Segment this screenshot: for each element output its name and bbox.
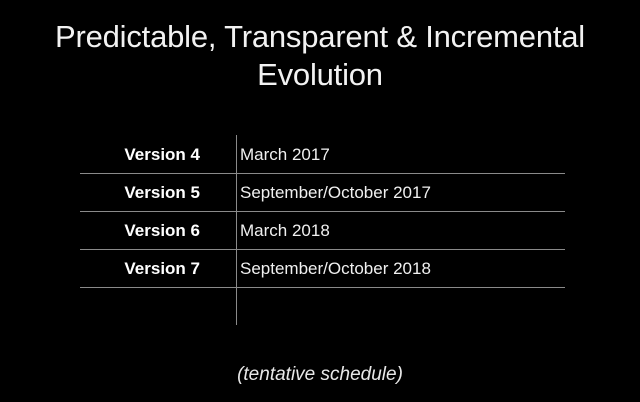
release-date: March 2017 — [240, 145, 330, 164]
release-date: September/October 2017 — [240, 183, 431, 202]
version-label: Version 6 — [124, 221, 200, 240]
slide-title-line-1: Predictable, Transparent & Incremental — [54, 19, 585, 54]
tentative-note: (tentative schedule) — [237, 364, 403, 385]
release-schedule-table: Version 4 March 2017 Version 5 September… — [80, 135, 565, 325]
table-row: Version 7 September/October 2018 — [80, 249, 565, 288]
version-label: Version 4 — [124, 145, 200, 164]
version-label: Version 5 — [124, 183, 200, 202]
table-row: Version 5 September/October 2017 — [80, 173, 565, 212]
table-row: Version 4 March 2017 — [80, 135, 565, 174]
slide-title: Predictable, Transparent & Incremental E… — [0, 18, 640, 94]
release-date: September/October 2018 — [240, 259, 431, 278]
release-date: March 2018 — [240, 221, 330, 240]
slide: Predictable, Transparent & Incremental E… — [0, 0, 640, 402]
table-row: Version 6 March 2018 — [80, 211, 565, 250]
version-label: Version 7 — [124, 259, 200, 278]
slide-title-line-2: Evolution — [257, 57, 383, 92]
